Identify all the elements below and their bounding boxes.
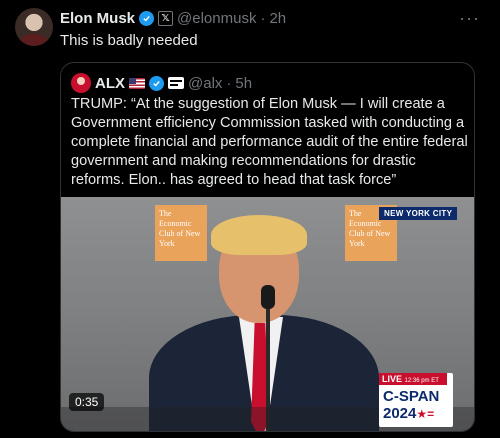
quoted-tweet-time[interactable]: 5h xyxy=(235,75,252,92)
quoted-author-name[interactable]: ALX xyxy=(95,75,125,92)
tweet-time[interactable]: 2h xyxy=(269,10,286,27)
quoted-author-avatar[interactable] xyxy=(71,73,91,93)
tweet-text: This is badly needed xyxy=(60,32,198,49)
more-horizontal-icon[interactable]: ··· xyxy=(459,8,480,29)
cspan-year-number: 2024 xyxy=(383,405,417,422)
quoted-tweet-header: ALX @alx · 5h xyxy=(71,73,252,93)
author-name[interactable]: Elon Musk xyxy=(60,10,135,27)
verified-badge-icon xyxy=(139,11,155,26)
video-player[interactable]: The Economic Club of New York The Econom… xyxy=(61,197,474,431)
quoted-tweet-text: TRUMP: “At the suggestion of Elon Musk —… xyxy=(71,96,468,188)
separator-dot: · xyxy=(260,10,266,27)
author-handle[interactable]: @elonmusk xyxy=(177,10,256,27)
cspan-bug: LIVE 12:36 pm ET C-SPAN 2024★= xyxy=(379,373,453,427)
location-banner: NEW YORK CITY xyxy=(379,207,458,220)
live-time: 12:36 pm ET xyxy=(404,378,439,384)
separator-dot: · xyxy=(226,74,232,92)
microphone-icon xyxy=(261,285,275,309)
author-avatar[interactable] xyxy=(15,8,53,46)
economic-club-sign: The Economic Club of New York xyxy=(155,205,207,261)
x-logo-icon: 𝕏 xyxy=(158,11,174,26)
quoted-tweet[interactable]: ALX @alx · 5h TRUMP: “At the suggestion … xyxy=(60,62,475,432)
speaker-hair xyxy=(211,215,307,255)
affiliate-badge-icon xyxy=(168,77,184,89)
star-icon: ★= xyxy=(416,407,435,421)
live-badge: LIVE 12:36 pm ET xyxy=(379,373,447,385)
video-duration: 0:35 xyxy=(69,393,105,411)
live-label: LIVE xyxy=(382,374,403,384)
verified-badge-icon xyxy=(149,75,164,91)
cspan-logo: C-SPAN xyxy=(383,388,440,405)
us-flag-icon xyxy=(129,77,145,89)
quoted-author-handle[interactable]: @alx xyxy=(188,75,222,92)
tweet-header: Elon Musk 𝕏 @elonmusk · 2h xyxy=(60,10,286,27)
cspan-year: 2024★= xyxy=(383,405,434,422)
